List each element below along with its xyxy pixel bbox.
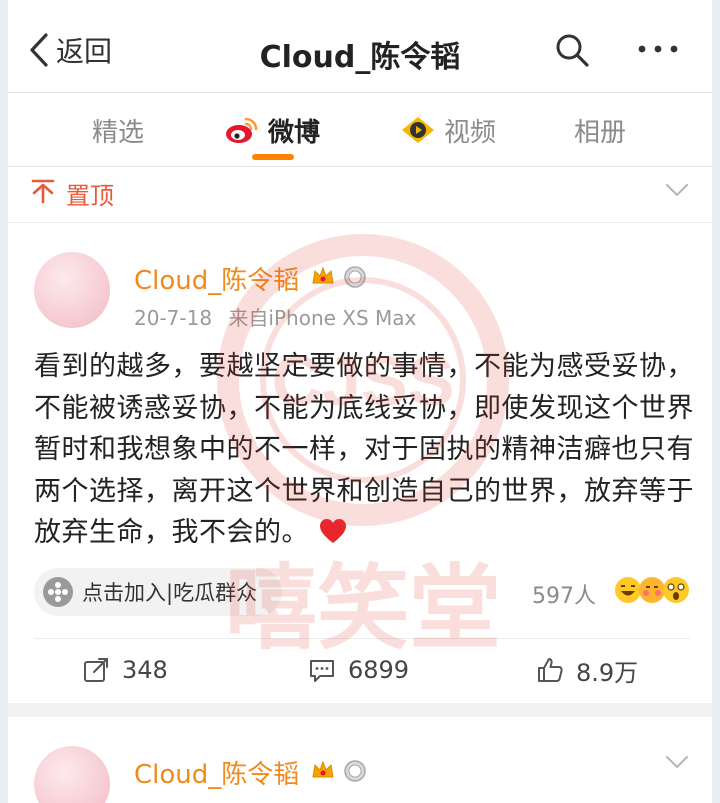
post-username[interactable]: Cloud_陈令韬 bbox=[134, 754, 299, 791]
people-count: 597人 bbox=[532, 584, 596, 609]
tab-label: 微博 bbox=[268, 117, 321, 148]
tab-weibo[interactable]: 微博 bbox=[224, 110, 320, 150]
post-meta: 20-7-18 来自iPhone XS Max bbox=[134, 302, 416, 331]
comment-count: 6899 bbox=[348, 656, 410, 684]
tab-album[interactable]: 相册 bbox=[574, 110, 626, 150]
chevron-down-icon[interactable] bbox=[664, 180, 690, 200]
more-icon[interactable] bbox=[636, 34, 680, 64]
heart-emoji-icon bbox=[320, 519, 347, 543]
tab-label: 精选 bbox=[92, 117, 145, 148]
comment-button[interactable]: 6899 bbox=[308, 650, 409, 690]
repost-count: 348 bbox=[122, 656, 168, 684]
join-fan-group-button[interactable]: 点击加入|吃瓜群众 bbox=[34, 568, 282, 616]
profile-tabs: 精选 微博 视频 相册 bbox=[8, 92, 712, 167]
tab-featured[interactable]: 精选 bbox=[92, 110, 144, 150]
tab-video[interactable]: 视频 bbox=[400, 110, 496, 150]
page-title: Cloud_陈令韬 bbox=[259, 40, 461, 75]
avatar[interactable] bbox=[34, 746, 110, 803]
join-label: 点击加入|吃瓜群众 bbox=[82, 581, 258, 605]
tab-label: 相册 bbox=[574, 117, 627, 148]
post-body: 看到的越多，要越坚定要做的事情，不能为感受妥协，不能被诱惑妥协，不能为底线妥协，… bbox=[34, 346, 694, 554]
tab-label: 视频 bbox=[444, 117, 497, 148]
comment-icon bbox=[310, 660, 334, 682]
feed-separator bbox=[8, 703, 712, 717]
search-icon[interactable] bbox=[554, 32, 590, 68]
post-date: 20-7-18 bbox=[134, 306, 213, 330]
repost-button[interactable]: 348 bbox=[82, 650, 168, 690]
crown-vip-icon bbox=[312, 266, 334, 284]
avatar[interactable] bbox=[34, 252, 110, 328]
video-badge-icon bbox=[402, 117, 434, 143]
medal-badge-icon bbox=[344, 760, 366, 782]
weibo-logo-icon bbox=[226, 117, 258, 143]
fan-group-icon bbox=[43, 577, 73, 607]
pinned-header: 置顶 bbox=[8, 166, 712, 223]
profile-page: 返回 Cloud_陈令韬 精选 微博 视频 相册 置顶 Cloud_陈令韬 20… bbox=[8, 0, 712, 803]
pinned-label: 置顶 bbox=[66, 182, 114, 210]
active-tab-indicator bbox=[252, 154, 294, 160]
post-source: 来自iPhone XS Max bbox=[228, 306, 417, 330]
medal-badge-icon bbox=[344, 266, 366, 288]
thumbs-up-icon bbox=[538, 658, 563, 682]
like-button[interactable]: 8.9万 bbox=[536, 650, 638, 690]
pin-top-icon bbox=[31, 179, 55, 204]
post-divider bbox=[34, 638, 690, 639]
like-count: 8.9万 bbox=[576, 658, 639, 687]
post-text: 看到的越多，要越坚定要做的事情，不能为感受妥协，不能被诱惑妥协，不能为底线妥协，… bbox=[34, 351, 694, 548]
post-username[interactable]: Cloud_陈令韬 bbox=[134, 260, 299, 297]
chevron-down-icon[interactable] bbox=[664, 752, 690, 772]
share-icon bbox=[84, 658, 108, 682]
crown-vip-icon bbox=[312, 760, 334, 778]
top-nav-bar: 返回 Cloud_陈令韬 bbox=[8, 0, 712, 93]
surprised-emoji-icon bbox=[663, 577, 689, 603]
